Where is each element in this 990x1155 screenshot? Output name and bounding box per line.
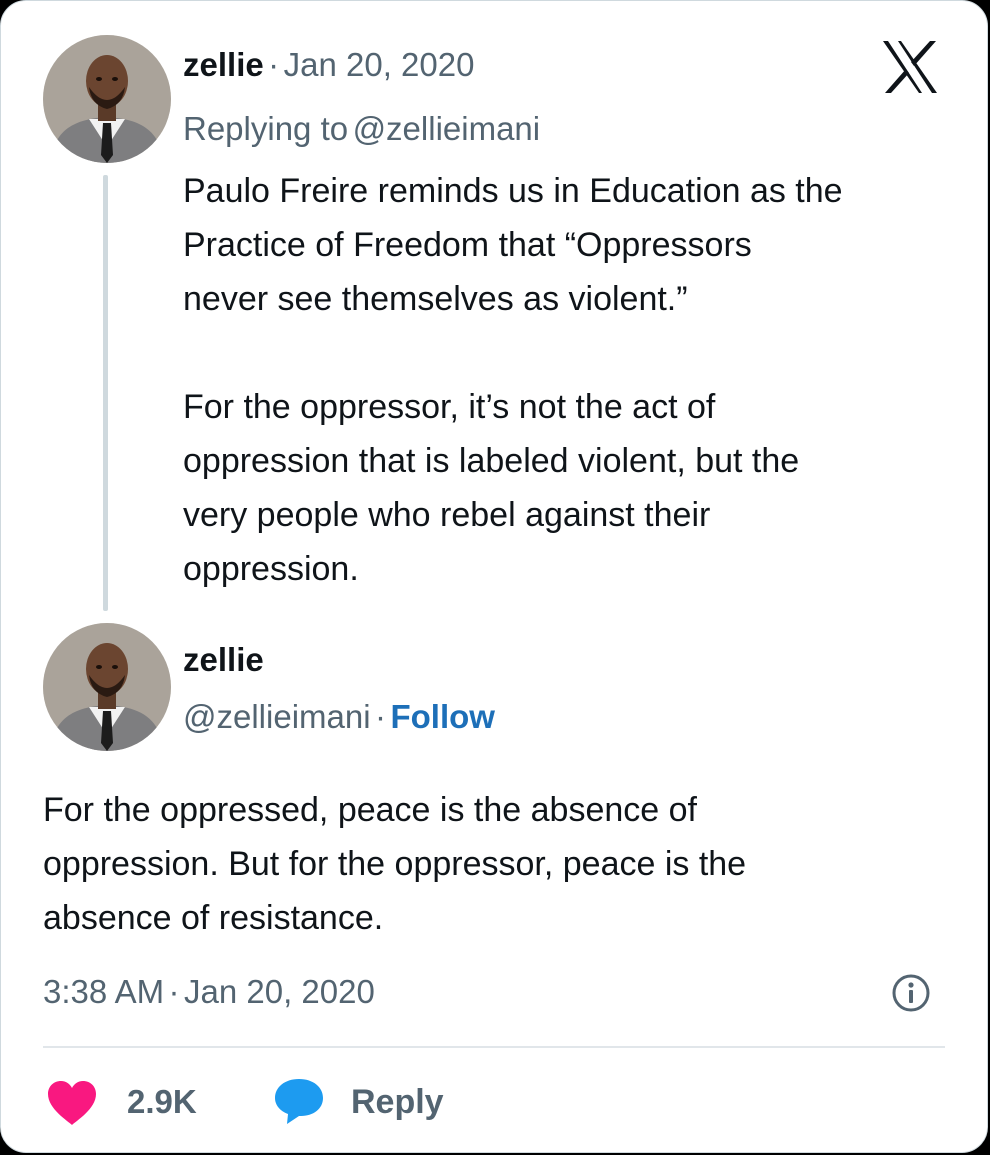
avatar-photo [43, 35, 171, 163]
replying-handle[interactable]: @zellieimani [353, 110, 541, 147]
divider [43, 1046, 945, 1048]
heart-icon[interactable] [46, 1079, 98, 1127]
thread-connector [103, 175, 108, 611]
reply-tweet-header: zellie · Jan 20, 2020 [183, 45, 474, 92]
main-tweet-text: For the oppressed, peace is the absence … [43, 791, 747, 937]
separator: · [375, 698, 387, 735]
author-handle[interactable]: @zellieimani [183, 698, 371, 735]
reply-button[interactable]: Reply [351, 1081, 444, 1123]
tweet-date[interactable]: Jan 20, 2020 [284, 46, 475, 83]
reply-tweet-text: Paulo Freire reminds us in Education as … [183, 172, 843, 588]
x-logo-icon[interactable] [879, 39, 941, 95]
avatar[interactable] [43, 35, 171, 163]
speech-bubble-icon[interactable] [273, 1076, 325, 1126]
follow-button[interactable]: Follow [390, 698, 494, 735]
reply-tweet-body: Paulo Freire reminds us in Education as … [183, 164, 963, 596]
avatar[interactable] [43, 623, 171, 751]
tweet-time: 3:38 AM [43, 973, 165, 1010]
like-count[interactable]: 2.9K [127, 1081, 197, 1123]
author-name[interactable]: zellie [183, 641, 264, 678]
main-tweet-handle-row: @zellieimani · Follow [183, 695, 495, 746]
main-tweet-author: zellie [183, 639, 264, 688]
tweet-card: zellie · Jan 20, 2020 Replying to @zelli… [0, 0, 988, 1153]
tweet-date: Jan 20, 2020 [183, 973, 375, 1010]
author-name[interactable]: zellie [183, 46, 264, 83]
replying-to: Replying to @zellieimani [183, 109, 540, 156]
separator: · [268, 46, 280, 83]
tweet-timestamp[interactable]: 3:38 AM · Jan 20, 2020 [43, 969, 375, 1022]
replying-prefix: Replying to [183, 110, 349, 147]
main-tweet-body: For the oppressed, peace is the absence … [43, 783, 943, 945]
avatar-photo [43, 623, 171, 751]
separator: · [168, 973, 180, 1010]
info-icon[interactable] [891, 973, 931, 1013]
